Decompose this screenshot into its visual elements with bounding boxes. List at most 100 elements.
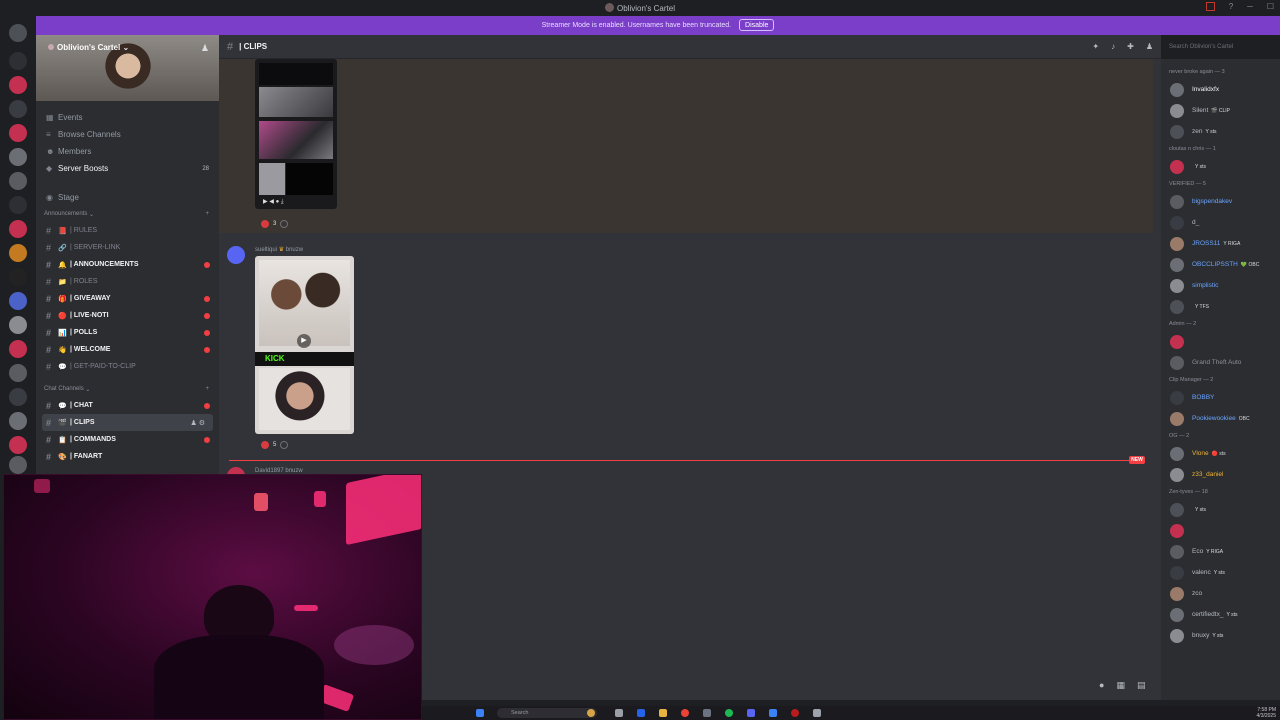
gift-icon[interactable]: ●	[1099, 680, 1104, 691]
invite-icon[interactable]: ♟	[201, 43, 209, 54]
server-icon[interactable]	[9, 76, 27, 94]
member-item[interactable]	[1161, 520, 1280, 541]
threads-icon[interactable]: ✦	[1092, 42, 1099, 51]
file-explorer-icon[interactable]	[659, 709, 667, 717]
server-icon[interactable]	[9, 364, 27, 382]
channel-clips[interactable]: # 🎬 | CLIPS ♟ ⚙	[42, 414, 213, 431]
app-icon[interactable]	[813, 709, 821, 717]
system-clock[interactable]: 7:58 PM 4/3/2025	[1257, 707, 1276, 719]
category-chat-channels[interactable]: Chat Channels ⌄ +	[36, 381, 219, 397]
start-icon[interactable]	[476, 709, 484, 717]
channel-chat[interactable]: # 💬 | CHAT	[36, 397, 219, 414]
nav-stage[interactable]: ◉ Stage	[36, 189, 219, 206]
server-icon[interactable]	[9, 388, 27, 406]
channel-polls[interactable]: # 📊 | POLLS	[36, 324, 219, 341]
server-icon[interactable]	[9, 268, 27, 286]
maximize-icon[interactable]: ☐	[1267, 2, 1274, 11]
app-icon[interactable]	[703, 709, 711, 717]
member-list-icon[interactable]: ♟	[1146, 42, 1153, 51]
channel-commands[interactable]: # 📋 | COMMANDS	[36, 431, 219, 448]
author-name[interactable]: sueltiqui	[255, 247, 277, 253]
channel-welcome[interactable]: # 👋 | WELCOME	[36, 341, 219, 358]
server-icon[interactable]	[9, 292, 27, 310]
chrome-icon[interactable]	[681, 709, 689, 717]
inbox-icon[interactable]	[1205, 2, 1215, 11]
channel-giveaway[interactable]: # 🎁 | GIVEAWAY	[36, 290, 219, 307]
server-icon[interactable]	[9, 124, 27, 142]
add-channel-icon[interactable]: +	[205, 386, 209, 392]
disable-button[interactable]: Disable	[739, 19, 775, 31]
avatar[interactable]	[227, 246, 245, 264]
channel-settings-icon[interactable]: ♟ ⚙	[191, 419, 206, 427]
member-item[interactable]: Y sts	[1161, 156, 1280, 177]
search-input[interactable]: Search Oblivion's Cartel	[1161, 38, 1280, 56]
channel-rules[interactable]: # 📕 | RULES	[36, 222, 219, 239]
help-icon[interactable]: ?	[1229, 2, 1233, 11]
member-item[interactable]: Eco Y RIGA	[1161, 541, 1280, 562]
server-icon[interactable]	[9, 456, 27, 474]
sticker-icon[interactable]: ▤	[1137, 680, 1146, 691]
channel-server-link[interactable]: # 🔗 | SERVER-LINK	[36, 239, 219, 256]
discord-icon[interactable]	[747, 709, 755, 717]
server-icon[interactable]	[9, 436, 27, 454]
server-icon[interactable]	[9, 52, 27, 70]
add-reaction-icon[interactable]	[280, 441, 289, 449]
nav-server-boosts[interactable]: ◆ Server Boosts 28	[36, 160, 219, 177]
server-icon[interactable]	[9, 100, 27, 118]
add-channel-icon[interactable]: +	[205, 211, 209, 217]
member-item[interactable]: Grand Theft Auto	[1161, 352, 1280, 373]
channel-live-noti[interactable]: # 🔴 | LIVE-NOTI	[36, 307, 219, 324]
member-item[interactable]: BOBBY	[1161, 387, 1280, 408]
app-icon[interactable]	[769, 709, 777, 717]
channel-announcements[interactable]: # 🔔 | ANNOUNCEMENTS	[36, 256, 219, 273]
reaction-bar[interactable]: 3	[261, 218, 289, 230]
add-reaction-icon[interactable]	[280, 220, 289, 228]
notification-bell-icon[interactable]: ♪	[1111, 42, 1115, 51]
member-item[interactable]: Pookiewookiee OBC	[1161, 408, 1280, 429]
nav-members[interactable]: ☻ Members	[36, 143, 219, 160]
pin-icon[interactable]: ✚	[1127, 42, 1134, 51]
weather-icon[interactable]	[587, 709, 595, 717]
reaction-emoji-icon[interactable]	[261, 441, 269, 449]
server-icon[interactable]	[9, 148, 27, 166]
obs-icon[interactable]	[791, 709, 799, 717]
play-icon[interactable]: ▶	[297, 334, 311, 348]
member-item[interactable]: Y sts	[1161, 499, 1280, 520]
member-item[interactable]: Y TFS	[1161, 296, 1280, 317]
server-icon[interactable]	[9, 196, 27, 214]
video-controls[interactable]: ▶ ◀ ● ⤓	[263, 198, 329, 205]
member-item[interactable]: certifiedtx_ Y sts	[1161, 604, 1280, 625]
category-announcements[interactable]: Announcements ⌄ +	[36, 206, 219, 222]
spotify-icon[interactable]	[725, 709, 733, 717]
server-icon[interactable]	[9, 244, 27, 262]
member-item[interactable]: JROSS11 Y RIGA	[1161, 233, 1280, 254]
member-item[interactable]	[1161, 331, 1280, 352]
member-item[interactable]: zen Y sts	[1161, 121, 1280, 142]
reaction-emoji-icon[interactable]	[261, 220, 269, 228]
nav-browse-channels[interactable]: ≡ Browse Channels	[36, 126, 219, 143]
gif-icon[interactable]: ▦	[1116, 680, 1125, 691]
reaction-bar[interactable]: 5	[261, 439, 289, 451]
member-item[interactable]: Invalidxfx	[1161, 79, 1280, 100]
member-item[interactable]: valenc Y sts	[1161, 562, 1280, 583]
server-icon[interactable]	[9, 172, 27, 190]
server-icon[interactable]	[9, 220, 27, 238]
home-icon[interactable]	[9, 24, 27, 42]
member-item[interactable]: Vlone 🔴 sts	[1161, 443, 1280, 464]
clip-attachment[interactable]: ▶ KICK	[255, 256, 354, 434]
nav-events[interactable]: ▦ Events	[36, 109, 219, 126]
member-item[interactable]: bigspendakev	[1161, 191, 1280, 212]
member-item[interactable]: OBCCLIPSSTH 💚 OBC	[1161, 254, 1280, 275]
minimize-icon[interactable]: ─	[1247, 2, 1253, 11]
edge-icon[interactable]	[637, 709, 645, 717]
task-view-icon[interactable]	[615, 709, 623, 717]
clip-attachment[interactable]: ▶ ◀ ● ⤓	[255, 59, 337, 209]
server-icon[interactable]	[9, 340, 27, 358]
member-item[interactable]: simplistic	[1161, 275, 1280, 296]
server-icon[interactable]	[9, 316, 27, 334]
member-item[interactable]: Silent 🎬 CLIP	[1161, 100, 1280, 121]
server-name-button[interactable]: Oblivion's Cartel ⌄	[48, 43, 129, 52]
member-item[interactable]: d_	[1161, 212, 1280, 233]
server-icon[interactable]	[9, 412, 27, 430]
message-author[interactable]: sueltiqui ♛ bnuzw	[255, 246, 303, 253]
